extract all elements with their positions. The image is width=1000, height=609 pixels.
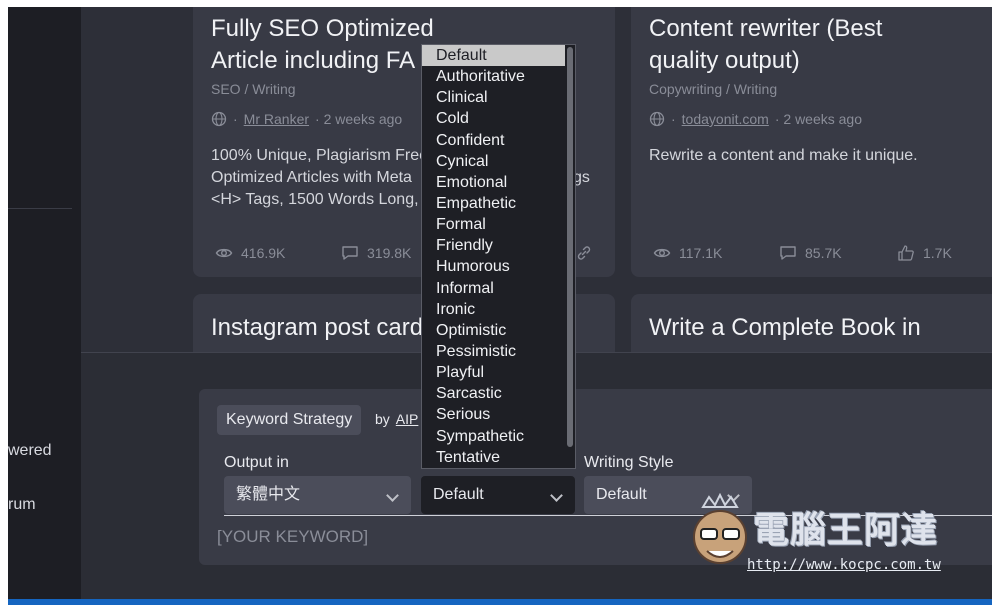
tone-option[interactable]: Formal (422, 214, 575, 235)
tone-option[interactable]: Optimistic (422, 320, 575, 341)
by-author: by AIP (375, 411, 419, 427)
tone-option[interactable]: Clinical (422, 87, 575, 108)
output-label: Output in (224, 454, 289, 471)
globe-icon (649, 111, 665, 127)
comments-stat: 319.8K (341, 244, 411, 262)
tone-option[interactable]: Informal (422, 278, 575, 299)
globe-icon (211, 111, 227, 127)
tone-option[interactable]: Serious (422, 404, 575, 425)
writing-style-label: Writing Style (584, 454, 674, 471)
author-link[interactable]: todayonit.com (682, 111, 769, 127)
dropdown-scrollbar[interactable] (567, 47, 573, 447)
thumbs-up-icon (898, 245, 914, 261)
keyword-strategy-button[interactable]: Keyword Strategy (217, 405, 362, 435)
sidebar-item-powered[interactable]: wered (8, 442, 52, 460)
tone-option[interactable]: Friendly (422, 235, 575, 256)
watermark-url: http://www.kocpc.com.tw (747, 557, 941, 573)
tone-option[interactable]: Cold (422, 108, 575, 129)
tone-option[interactable]: Authoritative (422, 66, 575, 87)
tone-option[interactable]: Playful (422, 362, 575, 383)
tone-option[interactable]: Ironic (422, 299, 575, 320)
tone-option[interactable]: Pessimistic (422, 341, 575, 362)
link-icon (577, 246, 591, 260)
tone-option[interactable]: Emotional (422, 172, 575, 193)
comment-icon (342, 246, 358, 260)
card-title: Content rewriter (Best quality output) (649, 15, 883, 74)
author-link[interactable]: Mr Ranker (244, 111, 309, 127)
sidebar-divider (8, 208, 72, 209)
output-language-select[interactable]: 繁體中文 (224, 476, 411, 514)
prompt-card-rewriter[interactable]: Content rewriter (Best quality output) C… (631, 7, 992, 277)
tone-option[interactable]: Cynical (422, 151, 575, 172)
sidebar-item-forum[interactable]: rum (8, 496, 36, 514)
eye-icon (215, 248, 233, 258)
card-category: Copywriting / Writing (649, 81, 778, 97)
views-stat: 117.1K (653, 244, 722, 262)
chevron-down-icon (386, 489, 399, 502)
likes-stat[interactable]: 1.7K (897, 244, 952, 262)
comment-icon (780, 246, 796, 260)
tone-option[interactable]: Default (422, 45, 565, 67)
tone-select[interactable]: Default (421, 476, 575, 514)
chevron-down-icon (550, 489, 563, 502)
taskbar-edge (8, 599, 992, 605)
card-title: Write a Complete Book in (649, 314, 921, 341)
tone-option[interactable]: Confident (422, 130, 575, 151)
tone-option[interactable]: Tentative (422, 447, 575, 468)
card-title: Instagram post card (211, 314, 424, 341)
watermark-logo: 電腦王阿達 http://www.kocpc.com.tw (685, 493, 965, 578)
watermark-text: 電腦王阿達 (753, 509, 939, 550)
card-time: · 2 weeks ago (774, 111, 863, 127)
comments-stat: 85.7K (779, 244, 842, 262)
eye-icon (653, 248, 671, 258)
keyword-input[interactable]: [YOUR KEYWORD] (217, 527, 368, 547)
tone-option[interactable]: Sarcastic (422, 383, 575, 404)
card-time: · 2 weeks ago (315, 111, 403, 127)
tone-option[interactable]: Humorous (422, 256, 575, 277)
form-author-link[interactable]: AIP (396, 411, 419, 427)
card-category: SEO / Writing (211, 81, 296, 97)
sidebar: wered rum (8, 7, 81, 599)
tone-option[interactable]: Sympathetic (422, 426, 575, 447)
tone-dropdown-list[interactable]: Default Authoritative Clinical Cold Confiden… (421, 44, 576, 469)
mascot-icon (693, 493, 747, 564)
tone-option[interactable]: Empathetic (422, 193, 575, 214)
card-meta: · todayonit.com · 2 weeks ago (649, 111, 862, 127)
card-description: Rewrite a content and make it unique. (649, 147, 918, 164)
views-stat: 416.9K (215, 244, 285, 262)
card-title: Fully SEO Optimized Article including FA (211, 15, 434, 74)
link-stat[interactable] (575, 244, 593, 262)
card-meta: · Mr Ranker · 2 weeks ago (211, 111, 402, 127)
